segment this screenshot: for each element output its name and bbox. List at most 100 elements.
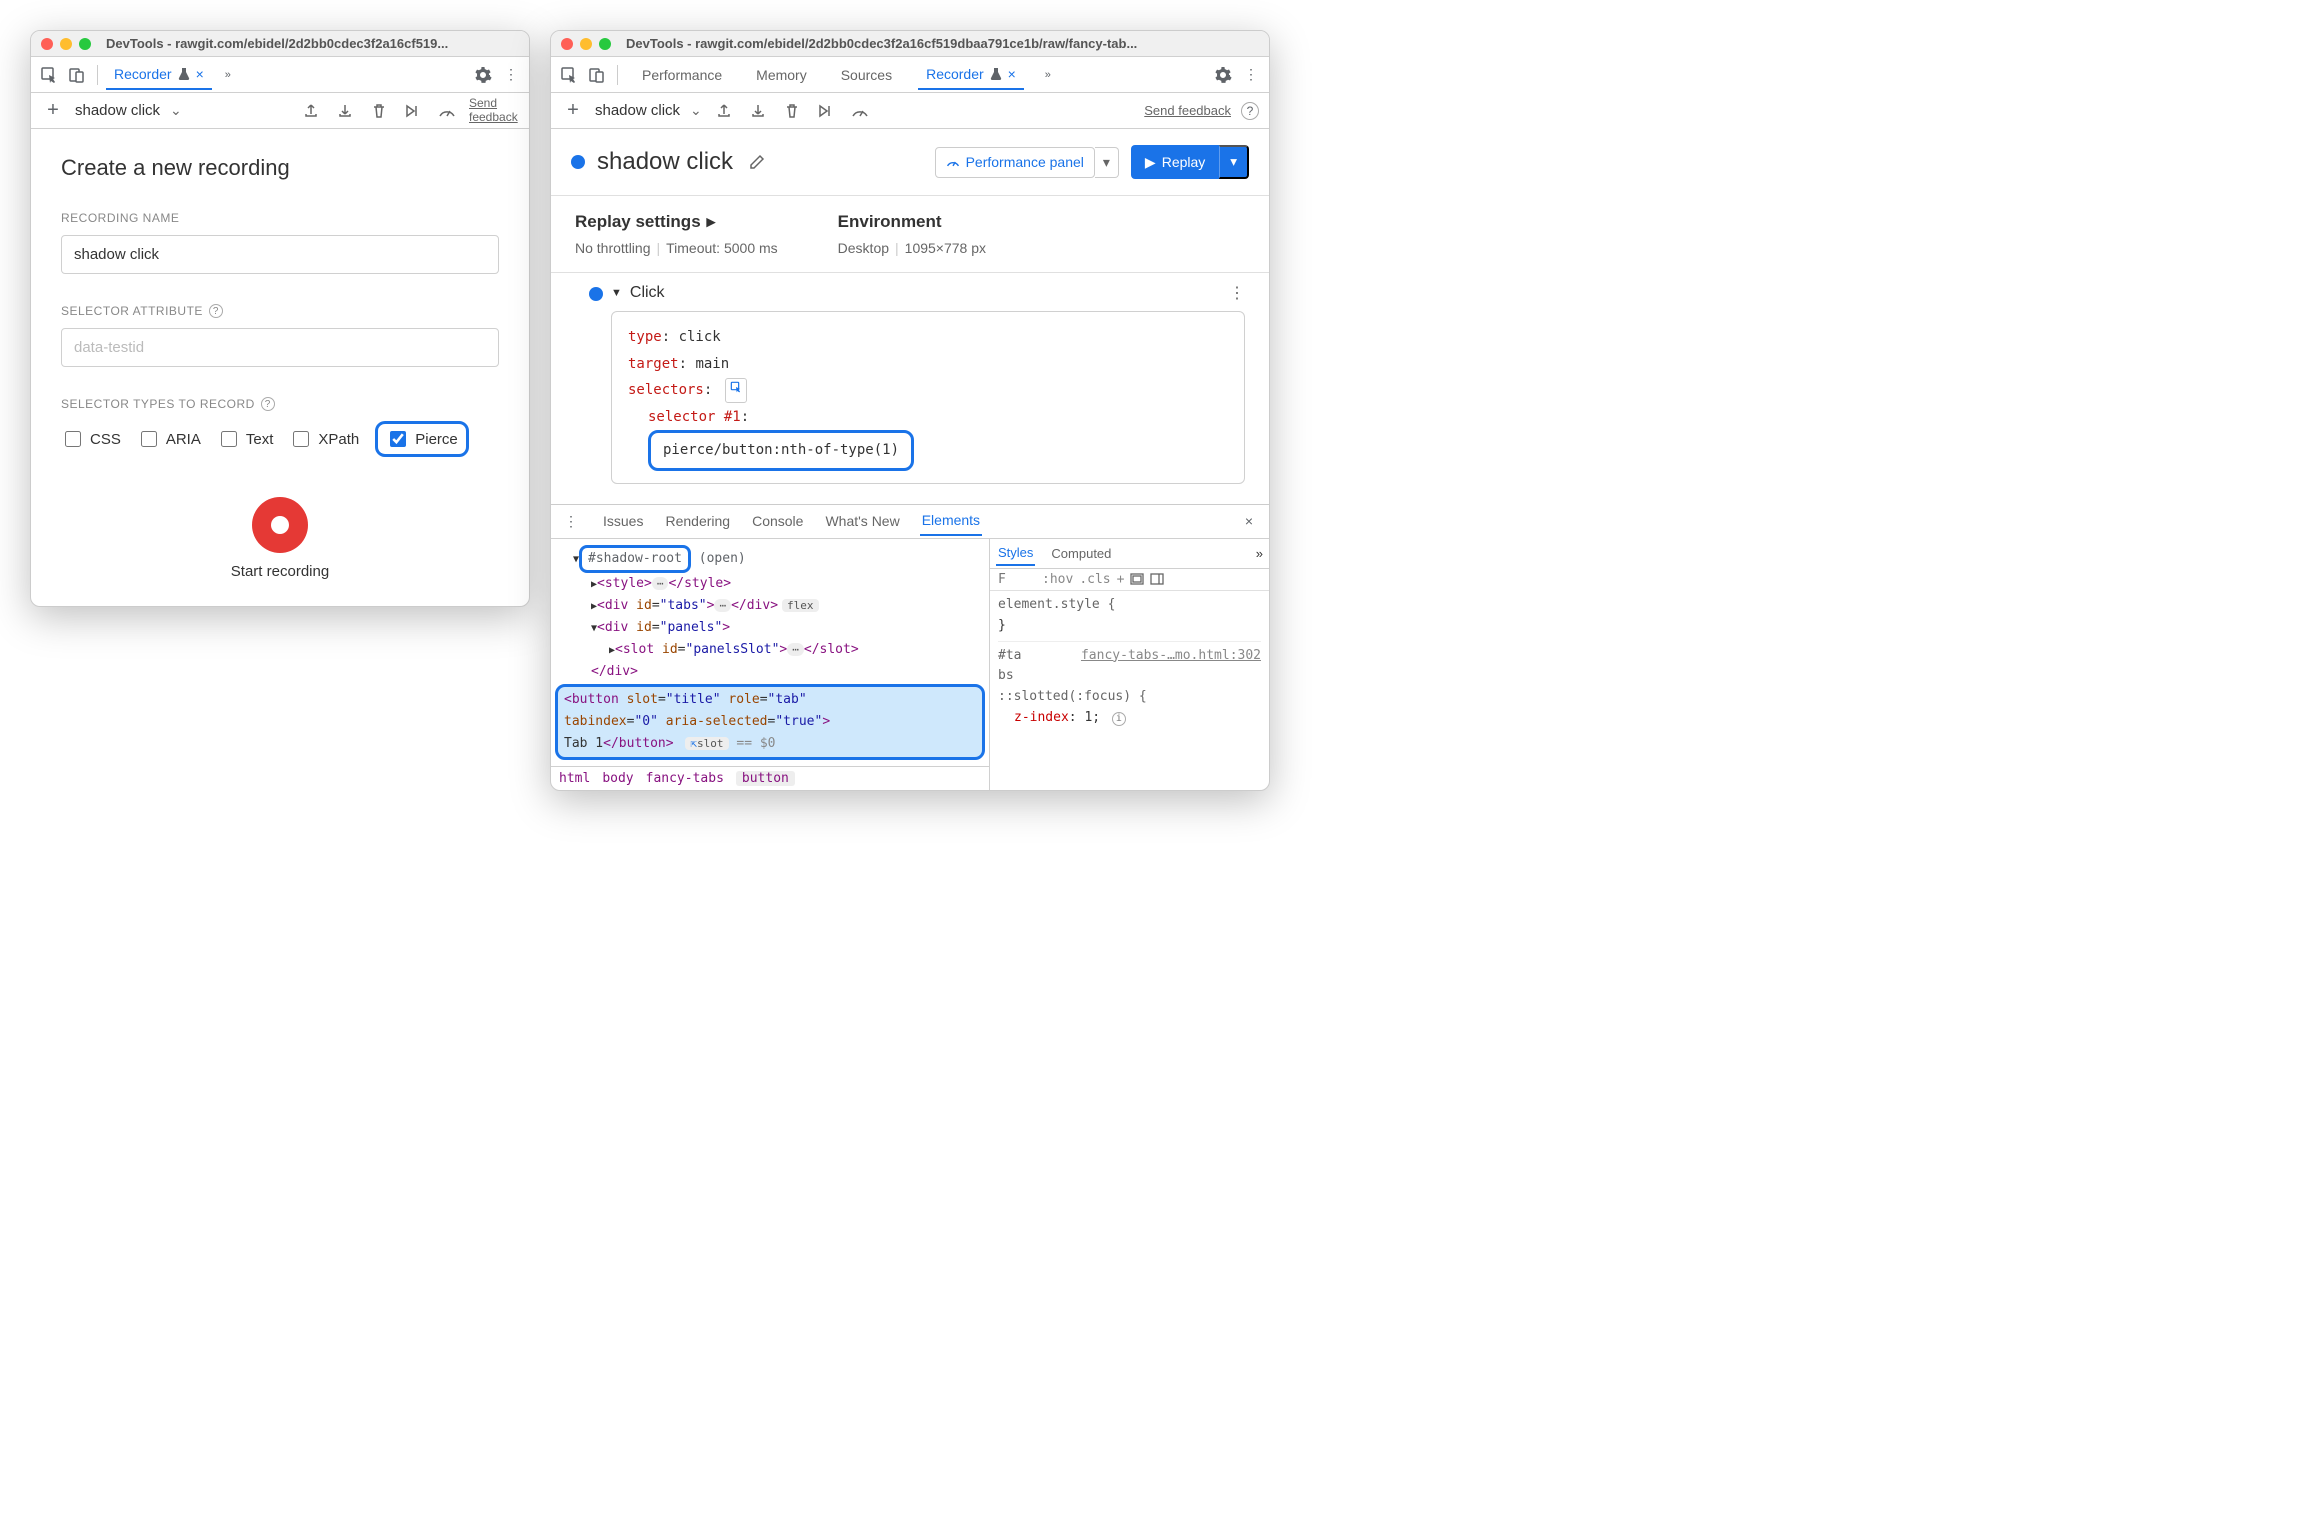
recorder-subbar: + shadow click ⌄ Send feedback ? xyxy=(551,93,1269,129)
drawer-tab-whatsnew[interactable]: What's New xyxy=(823,507,901,535)
chevron-down-icon[interactable]: ⌄ xyxy=(690,102,702,119)
check-pierce[interactable]: Pierce xyxy=(386,428,458,450)
kebab-menu-icon[interactable]: ⋮ xyxy=(499,63,523,87)
chevron-right-icon: ▸ xyxy=(707,212,716,232)
tab-label: Recorder xyxy=(926,66,984,82)
zoom-icon[interactable] xyxy=(599,38,611,50)
close-tab-icon[interactable]: × xyxy=(196,66,204,82)
more-tabs-icon[interactable]: » xyxy=(216,63,240,87)
replay-button-group: ▶ Replay ▾ xyxy=(1131,145,1249,179)
tab-recorder[interactable]: Recorder × xyxy=(106,60,212,90)
play-step-icon[interactable] xyxy=(401,99,425,123)
step-menu-icon[interactable]: ⋮ xyxy=(1229,283,1245,303)
inspect-icon[interactable] xyxy=(37,63,61,87)
delete-icon[interactable] xyxy=(780,99,804,123)
dom-tree[interactable]: ▼#shadow-root (open) ▶<style>⋯</style> ▶… xyxy=(551,539,989,766)
import-icon[interactable] xyxy=(746,99,770,123)
replay-settings-header[interactable]: Replay settings▸ xyxy=(575,212,778,232)
start-recording-label: Start recording xyxy=(61,563,499,580)
drawer-tab-issues[interactable]: Issues xyxy=(601,507,645,535)
new-style-icon[interactable]: + xyxy=(1117,572,1125,587)
speed-icon[interactable] xyxy=(848,99,872,123)
timeline-dot xyxy=(589,287,603,301)
chevron-down-icon[interactable]: ⌄ xyxy=(170,102,182,119)
add-recording-icon[interactable]: + xyxy=(561,99,585,123)
settings-icon[interactable] xyxy=(1211,63,1235,87)
styles-filter-input[interactable] xyxy=(996,571,1036,588)
device-toggle-icon[interactable] xyxy=(65,63,89,87)
step-name: Click xyxy=(630,284,665,302)
edit-title-icon[interactable] xyxy=(745,150,769,174)
close-icon[interactable] xyxy=(41,38,53,50)
drawer-tab-console[interactable]: Console xyxy=(750,507,805,535)
drawer-tab-elements[interactable]: Elements xyxy=(920,506,982,536)
tab-recorder[interactable]: Recorder × xyxy=(918,60,1024,90)
selector-attribute-input[interactable] xyxy=(61,328,499,367)
source-link[interactable]: fancy-tabs-…mo.html:302 xyxy=(1081,646,1261,667)
settings-icon[interactable] xyxy=(471,63,495,87)
zoom-icon[interactable] xyxy=(79,38,91,50)
inspect-icon[interactable] xyxy=(557,63,581,87)
check-css[interactable]: CSS xyxy=(61,428,121,450)
recording-name-input[interactable] xyxy=(61,235,499,274)
device-toggle-icon[interactable] xyxy=(585,63,609,87)
check-aria[interactable]: ARIA xyxy=(137,428,201,450)
styles-rules[interactable]: element.style { } fancy-tabs-…mo.html:30… xyxy=(990,591,1269,733)
export-icon[interactable] xyxy=(299,99,323,123)
pierce-highlight: Pierce xyxy=(375,421,469,457)
expand-icon[interactable]: ▼ xyxy=(611,287,622,299)
add-recording-icon[interactable]: + xyxy=(41,99,65,123)
hov-toggle[interactable]: :hov xyxy=(1042,572,1073,587)
minimize-icon[interactable] xyxy=(60,38,72,50)
toggle-sidebar-icon[interactable] xyxy=(1150,573,1164,585)
check-xpath[interactable]: XPath xyxy=(289,428,359,450)
titlebar: DevTools - rawgit.com/ebidel/2d2bb0cdec3… xyxy=(31,31,529,57)
help-icon[interactable]: ? xyxy=(1241,102,1259,120)
element-picker-icon[interactable] xyxy=(725,378,747,403)
send-feedback-link[interactable]: Send feedback xyxy=(1144,103,1231,118)
replay-dropdown[interactable]: ▾ xyxy=(1219,145,1249,179)
cls-toggle[interactable]: .cls xyxy=(1079,572,1110,587)
export-icon[interactable] xyxy=(712,99,736,123)
send-feedback-link[interactable]: Send feedback xyxy=(469,97,519,123)
step-header[interactable]: ▼ Click ⋮ xyxy=(611,283,1245,303)
flask-icon xyxy=(178,67,190,81)
tab-performance[interactable]: Performance xyxy=(634,61,730,89)
settings-section: Replay settings▸ No throttling|Timeout: … xyxy=(551,195,1269,272)
main-toolbar: Recorder × » ⋮ xyxy=(31,57,529,93)
check-text[interactable]: Text xyxy=(217,428,274,450)
info-icon[interactable]: i xyxy=(1112,712,1126,726)
titlebar: DevTools - rawgit.com/ebidel/2d2bb0cdec3… xyxy=(551,31,1269,57)
replay-settings-meta: No throttling|Timeout: 5000 ms xyxy=(575,240,778,256)
devtools-window-right: DevTools - rawgit.com/ebidel/2d2bb0cdec3… xyxy=(550,30,1270,791)
minimize-icon[interactable] xyxy=(580,38,592,50)
replay-button[interactable]: ▶ Replay xyxy=(1131,145,1219,179)
help-icon[interactable]: ? xyxy=(209,304,223,318)
page-heading: Create a new recording xyxy=(61,155,499,181)
drawer-menu-icon[interactable]: ⋮ xyxy=(559,509,583,533)
import-icon[interactable] xyxy=(333,99,357,123)
performance-panel-dropdown[interactable]: ▾ xyxy=(1095,147,1119,178)
delete-icon[interactable] xyxy=(367,99,391,123)
styles-tab-computed[interactable]: Computed xyxy=(1049,542,1113,565)
drawer-tab-rendering[interactable]: Rendering xyxy=(663,507,732,535)
close-drawer-icon[interactable]: × xyxy=(1237,509,1261,533)
environment-header: Environment xyxy=(838,212,986,232)
more-tabs-icon[interactable]: » xyxy=(1036,63,1060,87)
close-tab-icon[interactable]: × xyxy=(1008,66,1016,82)
tab-memory[interactable]: Memory xyxy=(748,61,815,89)
speed-icon xyxy=(946,156,960,168)
start-recording-button[interactable] xyxy=(252,497,308,553)
styles-tab-styles[interactable]: Styles xyxy=(996,541,1035,566)
speed-icon[interactable] xyxy=(435,99,459,123)
performance-panel-button[interactable]: Performance panel xyxy=(935,147,1095,178)
more-tabs-icon[interactable]: » xyxy=(1256,546,1263,561)
kebab-menu-icon[interactable]: ⋮ xyxy=(1239,63,1263,87)
close-icon[interactable] xyxy=(561,38,573,50)
play-step-icon[interactable] xyxy=(814,99,838,123)
help-icon[interactable]: ? xyxy=(261,397,275,411)
dom-breadcrumbs[interactable]: html body fancy-tabs button xyxy=(551,766,989,790)
tab-sources[interactable]: Sources xyxy=(833,61,900,89)
recording-header: shadow click Performance panel ▾ ▶ Repla… xyxy=(551,129,1269,195)
computed-styles-icon[interactable] xyxy=(1130,573,1144,585)
